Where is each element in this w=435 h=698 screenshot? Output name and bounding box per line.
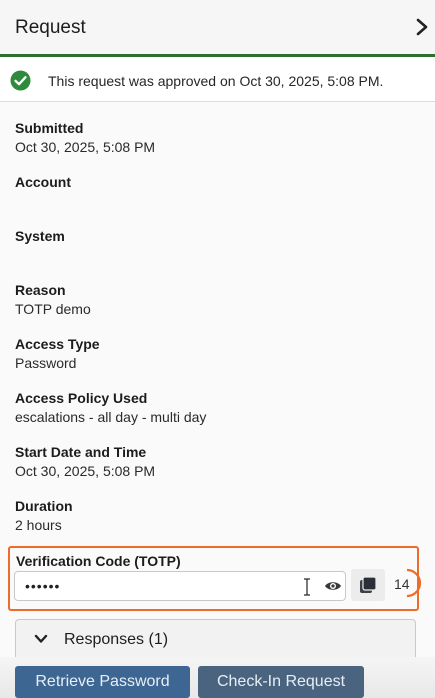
approval-banner: This request was approved on Oct 30, 202…	[0, 60, 435, 102]
detail-value: Password	[15, 355, 77, 371]
check-in-request-button[interactable]: Check-In Request	[198, 666, 364, 698]
retrieve-password-button[interactable]: Retrieve Password	[15, 666, 190, 698]
detail-label: Access Type	[15, 336, 100, 352]
responses-label: Responses (1)	[64, 631, 169, 648]
action-footer: Retrieve Password Check-In Request	[0, 657, 435, 698]
detail-access-policy: Access Policy Used escalations - all day…	[15, 390, 206, 428]
detail-value	[15, 247, 65, 266]
check-circle-icon	[10, 70, 31, 91]
chevron-right-icon[interactable]	[415, 17, 429, 37]
totp-section: Verification Code (TOTP) •••••• 14	[8, 546, 422, 611]
detail-value: TOTP demo	[15, 301, 91, 317]
detail-reason: Reason TOTP demo	[15, 282, 91, 320]
detail-duration: Duration 2 hours	[15, 498, 73, 536]
totp-countdown: 14	[394, 576, 410, 592]
detail-value: escalations - all day - multi day	[15, 409, 207, 425]
detail-label: System	[15, 228, 65, 244]
detail-label: Access Policy Used	[15, 390, 148, 406]
header-title: Request	[15, 17, 86, 38]
totp-masked-value: ••••••	[25, 578, 61, 594]
copy-icon	[360, 576, 377, 593]
copy-code-button[interactable]	[351, 569, 385, 601]
detail-value: 2 hours	[15, 517, 62, 533]
chevron-down-icon	[34, 634, 48, 643]
detail-label: Duration	[15, 498, 73, 514]
detail-value: Oct 30, 2025, 5:08 PM	[15, 463, 156, 479]
request-header: Request	[0, 0, 435, 57]
totp-label: Verification Code (TOTP)	[16, 553, 181, 569]
detail-label: Submitted	[15, 120, 84, 136]
totp-code-field[interactable]: ••••••	[14, 571, 346, 601]
detail-account: Account	[15, 174, 71, 212]
detail-start-date: Start Date and Time Oct 30, 2025, 5:08 P…	[15, 444, 155, 482]
text-cursor-icon	[304, 578, 310, 596]
detail-label: Account	[15, 174, 71, 190]
detail-label: Start Date and Time	[15, 444, 147, 460]
approval-message: This request was approved on Oct 30, 202…	[48, 73, 384, 89]
detail-access-type: Access Type Password	[15, 336, 100, 374]
detail-value	[15, 193, 71, 212]
detail-system: System	[15, 228, 65, 266]
detail-value: Oct 30, 2025, 5:08 PM	[15, 139, 156, 155]
detail-label: Reason	[15, 282, 66, 298]
detail-submitted: Submitted Oct 30, 2025, 5:08 PM	[15, 120, 155, 158]
eye-icon[interactable]	[324, 579, 342, 593]
